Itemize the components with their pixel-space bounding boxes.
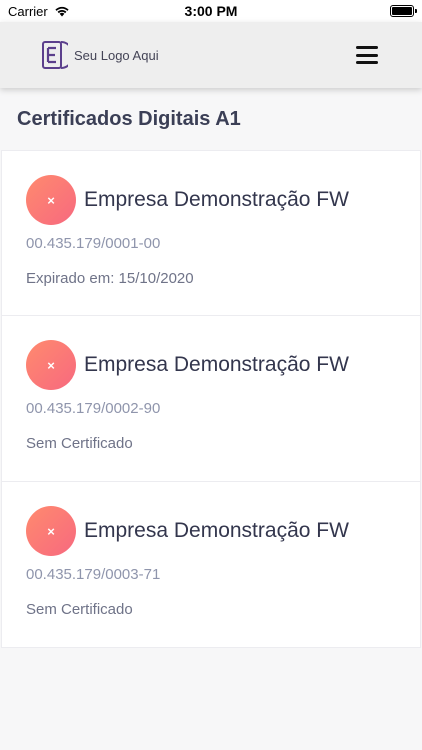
status-time: 3:00 PM [184,3,238,19]
menu-bar-bottom [356,61,378,64]
close-icon: × [26,506,76,556]
menu-bar-top [356,46,378,49]
card-header: × Empresa Demonstração FW [26,175,396,225]
wifi-icon [55,6,69,17]
company-cnpj: 00.435.179/0002-90 [26,400,161,417]
company-cnpj: 00.435.179/0003-71 [26,566,161,583]
card-header: × Empresa Demonstração FW [26,506,396,556]
company-card[interactable]: × Empresa Demonstração FW 00.435.179/000… [1,150,421,316]
app-header: Seu Logo Aqui [0,22,422,88]
company-card[interactable]: × Empresa Demonstração FW 00.435.179/000… [1,316,421,482]
company-cnpj: 00.435.179/0001-00 [26,235,161,252]
close-icon: × [26,175,76,225]
logo-mark-icon [42,41,68,69]
carrier-label: Carrier [8,3,48,19]
menu-bar-middle [356,53,378,57]
close-icon: × [26,340,76,390]
card-header: × Empresa Demonstração FW [26,340,396,390]
company-card[interactable]: × Empresa Demonstração FW 00.435.179/000… [1,482,421,648]
page-title: Certificados Digitais A1 [17,108,241,130]
certificate-status: Expirado em: 15/10/2020 [26,270,194,287]
company-name: Empresa Demonstração FW [84,188,349,211]
battery-fill [392,7,412,15]
logo: Seu Logo Aqui [42,41,159,69]
status-bar: Carrier 3:00 PM [0,0,422,22]
certificate-status: Sem Certificado [26,435,133,452]
hamburger-menu-icon[interactable] [356,46,378,64]
certificate-status: Sem Certificado [26,601,133,618]
battery-icon [390,5,417,17]
company-name: Empresa Demonstração FW [84,519,349,542]
company-name: Empresa Demonstração FW [84,353,349,376]
certificate-list: × Empresa Demonstração FW 00.435.179/000… [0,150,422,648]
status-left: Carrier [8,4,70,19]
logo-text: Seu Logo Aqui [74,47,159,63]
